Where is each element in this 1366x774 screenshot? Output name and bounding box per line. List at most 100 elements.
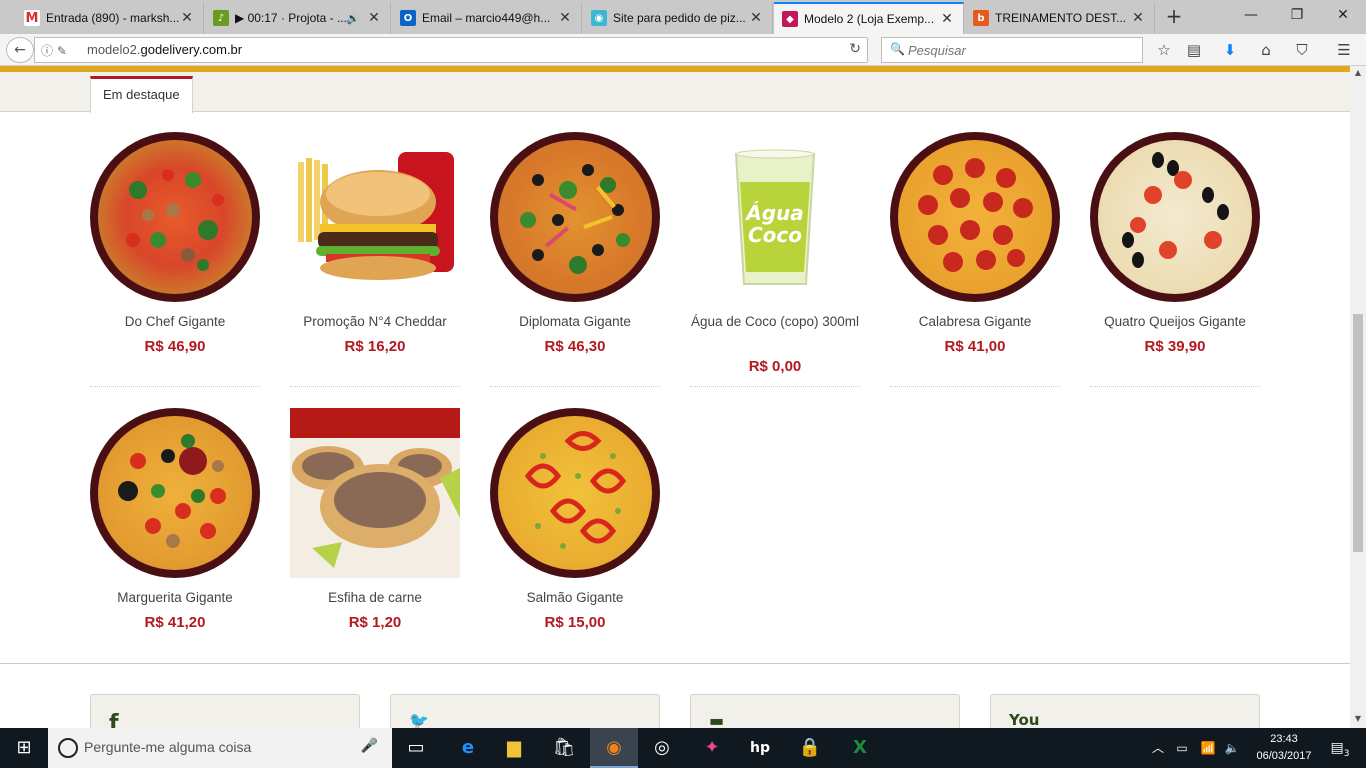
browser-tab-site[interactable]: ◉ Site para pedido de piz... ✕ [583,2,773,34]
edge-icon[interactable]: e [444,728,492,768]
close-tab-icon[interactable]: ✕ [748,10,764,26]
product-card[interactable]: Cola Promoção N°4 Cheddar R$ 16,20 [290,132,460,387]
hp-icon[interactable]: hp [736,728,784,768]
product-name[interactable]: Marguerita Gigante [90,588,260,608]
product-name[interactable]: Do Chef Gigante [90,312,260,332]
browser-tab-training[interactable]: b TREINAMENTO DEST... ✕ [965,2,1155,34]
burger-combo-image: Cola [298,152,454,280]
vertical-scrollbar[interactable]: ▲ ▼ [1350,66,1366,728]
browser-tab-gmail[interactable]: M Entrada (890) - marksh... ✕ [16,2,204,34]
product-image[interactable] [1090,132,1260,302]
close-tab-icon[interactable]: ✕ [1130,10,1146,26]
browser-tab-modelo2[interactable]: ◆ Modelo 2 (Loja Exemp... ✕ [774,2,964,34]
site-info-icon[interactable]: ⓘ ✎ [41,42,67,59]
browser-tab-music[interactable]: ♪ ▶ 00:17 · Projota - ... 🔊 ✕ [205,2,391,34]
back-button[interactable]: ← [6,37,34,63]
tab-em-destaque[interactable]: Em destaque [90,76,193,113]
product-image[interactable]: Cola [290,132,460,302]
cortana-icon [58,738,78,758]
restore-icon[interactable]: ❐ [1274,0,1320,30]
close-tab-icon[interactable]: ✕ [366,10,382,26]
pizza-toppings [126,169,224,271]
webcam-icon[interactable]: ◎ [638,728,686,768]
product-image[interactable]: Água Coco [690,132,860,302]
social-facebook-box[interactable]: f [90,694,360,728]
social-email-box[interactable]: ▬ [690,694,960,728]
notification-center-icon[interactable]: ▤3 [1320,728,1360,768]
volume-icon[interactable]: 🔈 [1220,728,1244,768]
product-card[interactable]: Água Coco Água de Coco (copo) 300ml R$ 0… [690,132,860,387]
browser-tab-email[interactable]: O Email – marcio449@h... ✕ [392,2,582,34]
product-image[interactable] [890,132,1060,302]
youtube-icon[interactable]: You [1009,711,1039,728]
close-tab-icon[interactable]: ✕ [939,11,955,27]
product-image[interactable] [490,408,660,578]
product-image[interactable] [90,408,260,578]
new-tab-button[interactable]: + [1160,4,1188,30]
product-name[interactable]: Promoção N°4 Cheddar [290,312,460,332]
microphone-icon[interactable]: 🎤 [361,738,378,754]
download-icon[interactable]: ⬇ [1218,39,1242,61]
url-text[interactable]: modelo2.godelivery.com.br [87,42,242,57]
training-icon: b [973,10,989,26]
wifi-icon[interactable]: 📶 [1196,728,1220,768]
minimize-icon[interactable]: — [1228,0,1274,30]
firefox-icon[interactable]: ◉ [590,728,638,768]
product-name[interactable]: Água de Coco (copo) 300ml [690,312,860,332]
product-card[interactable]: Diplomata Gigante R$ 46,30 [490,132,660,387]
product-price: R$ 39,90 [1144,338,1206,355]
windows-taskbar: ⊞ Pergunte-me alguma coisa 🎤 ▭ e ▆ 🛍 ◉ ◎… [0,728,1366,768]
divider [1090,386,1260,387]
product-name[interactable]: Diplomata Gigante [490,312,660,332]
photo-app-icon[interactable]: ✦ [688,728,736,768]
close-tab-icon[interactable]: ✕ [179,10,195,26]
search-box[interactable]: 🔍 [881,37,1143,63]
store-icon[interactable]: 🛍 [540,728,588,768]
outlook-icon: O [400,10,416,26]
clock[interactable]: 23:43 06/03/2017 [1248,731,1320,765]
menu-icon[interactable]: ☰ [1332,39,1356,61]
pocket-icon[interactable]: ⛉ [1290,39,1314,61]
product-name[interactable]: Salmão Gigante [490,588,660,608]
product-name[interactable]: Quatro Queijos Gigante [1090,312,1260,332]
product-card[interactable]: Esfiha de carne R$ 1,20 [290,408,460,638]
excel-icon[interactable]: X [836,728,884,768]
scroll-up-icon[interactable]: ▲ [1350,68,1366,80]
social-youtube-box[interactable]: You [990,694,1260,728]
product-card[interactable]: Do Chef Gigante R$ 46,90 [90,132,260,387]
scroll-down-icon[interactable]: ▼ [1350,714,1366,726]
reading-list-icon[interactable]: ▤ [1182,39,1206,61]
product-image[interactable] [290,408,460,578]
product-card[interactable]: Salmão Gigante R$ 15,00 [490,408,660,638]
task-view-icon[interactable]: ▭ [392,728,440,768]
pizza-toppings [918,158,1033,272]
notification-count: 3 [1343,748,1350,759]
windows-start-icon[interactable]: ⊞ [0,728,48,768]
twitter-icon[interactable]: 🐦 [409,711,429,728]
social-twitter-box[interactable]: 🐦 [390,694,660,728]
reload-icon[interactable]: ↻ [849,41,861,57]
product-card[interactable]: Marguerita Gigante R$ 41,20 [90,408,260,638]
close-tab-icon[interactable]: ✕ [557,10,573,26]
bookmark-star-icon[interactable]: ☆ [1152,39,1176,61]
battery-icon[interactable]: ▭ [1170,728,1194,768]
search-input[interactable] [908,41,1128,59]
email-icon[interactable]: ▬ [709,711,724,728]
file-explorer-icon[interactable]: ▆ [490,728,538,768]
scroll-thumb[interactable] [1353,314,1363,552]
vpn-icon[interactable]: 🔒 [786,728,834,768]
home-icon[interactable]: ⌂ [1254,39,1278,61]
product-name[interactable]: Esfiha de carne [290,588,460,608]
product-price: R$ 1,20 [348,614,402,631]
product-image[interactable] [90,132,260,302]
facebook-icon[interactable]: f [109,711,119,728]
product-card[interactable]: Quatro Queijos Gigante R$ 39,90 [1090,132,1260,387]
speaker-icon[interactable]: 🔊 [346,12,360,25]
product-name[interactable]: Calabresa Gigante [890,312,1060,332]
cortana-search[interactable]: Pergunte-me alguma coisa 🎤 [48,728,392,768]
close-window-icon[interactable]: ✕ [1320,0,1366,30]
product-image[interactable] [490,132,660,302]
product-card[interactable]: Calabresa Gigante R$ 41,00 [890,132,1060,387]
address-bar[interactable]: ⓘ ✎ modelo2.godelivery.com.br ↻ [34,37,868,63]
tray-chevron-icon[interactable]: ︿ [1148,728,1168,768]
